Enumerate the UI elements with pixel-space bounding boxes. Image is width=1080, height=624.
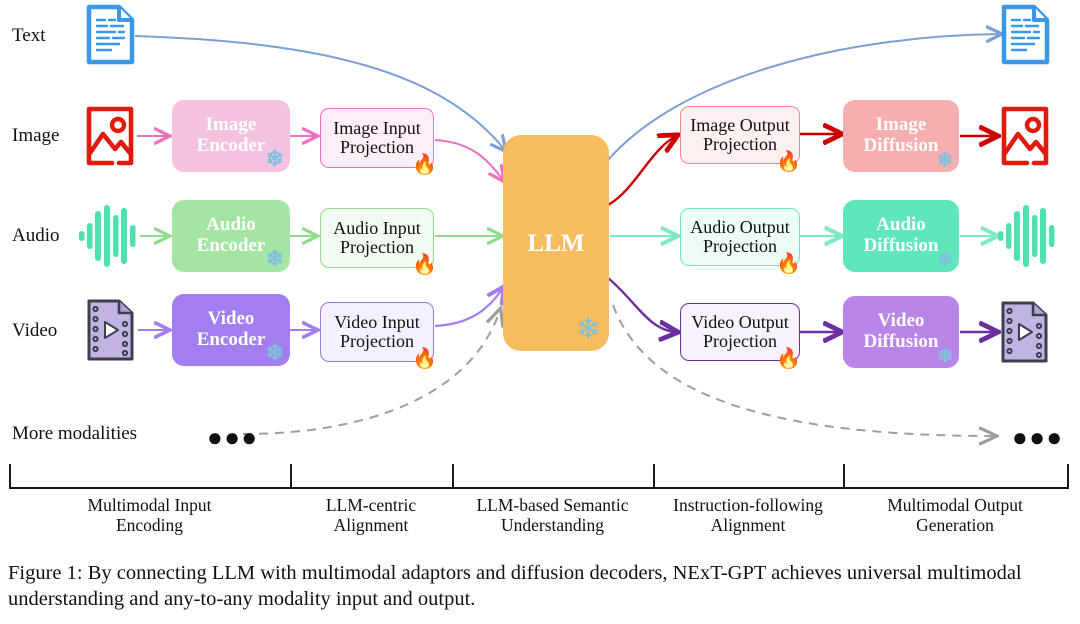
audio-encoder-label: Audio Encoder	[196, 214, 266, 256]
modality-label-more: More modalities	[12, 423, 138, 444]
video-input-projection-box[interactable]: Video Input Projection 🔥	[320, 302, 437, 369]
audio-encoder-box[interactable]: Audio Encoder ❄	[172, 200, 290, 272]
audio-output-projection-box[interactable]: Audio Output Projection 🔥	[680, 208, 801, 274]
stage-tick-4	[843, 464, 846, 488]
llm-label: LLM	[527, 229, 585, 257]
image-diffusion-label: Image Diffusion	[863, 114, 939, 156]
stage-label-multimodal-input-encoding: Multimodal Input Encoding	[87, 495, 212, 535]
more-modalities-output-ellipsis: ●●●	[1012, 422, 1064, 452]
figure-caption: Figure 1: By connecting LLM with multimo…	[8, 562, 1022, 611]
stage-tick-1	[290, 464, 293, 488]
text-document-icon	[85, 4, 137, 71]
flow-video-projection-to-llm	[434, 288, 503, 328]
image-diffusion-box[interactable]: Image Diffusion ❄	[843, 100, 959, 172]
video-film-icon	[86, 298, 136, 367]
modality-label-video: Video	[12, 320, 58, 341]
stage-tick-3	[653, 464, 656, 488]
stage-label-multimodal-output-generation: Multimodal Output Generation	[887, 495, 1023, 535]
text-document-icon	[1000, 4, 1052, 71]
stage-axis-line	[9, 487, 1069, 489]
audio-output-projection-label: Audio Output Projection	[690, 216, 790, 256]
nextgpt-architecture-figure: Text Image Audio Video More modalities ●…	[0, 0, 1080, 624]
audio-input-projection-box[interactable]: Audio Input Projection 🔥	[320, 208, 437, 275]
modality-label-image: Image	[12, 125, 60, 146]
modality-label-text: Text	[12, 25, 46, 46]
stage-label-llm-based-semantic-understanding: LLM-based Semantic Understanding	[476, 495, 629, 535]
flow-llm-to-image-projection	[607, 136, 676, 207]
image-picture-icon	[1000, 101, 1050, 176]
llm-box[interactable]: LLM ❄	[503, 135, 609, 351]
video-output-projection-label: Video Output Projection	[691, 311, 789, 351]
flow-image-projection-to-llm	[434, 139, 503, 180]
audio-diffusion-label: Audio Diffusion	[863, 214, 939, 256]
stage-label-instruction-following-alignment: Instruction-following Alignment	[673, 495, 823, 535]
image-encoder-label: Image Encoder	[196, 114, 266, 156]
video-encoder-label: Video Encoder	[196, 308, 266, 350]
video-encoder-box[interactable]: Video Encoder ❄	[172, 294, 290, 366]
video-diffusion-label: Video Diffusion	[863, 310, 939, 352]
modality-label-audio: Audio	[12, 225, 60, 246]
stage-tick-0	[9, 464, 12, 488]
flow-llm-to-video-projection	[607, 277, 676, 332]
image-encoder-box[interactable]: Image Encoder ❄	[172, 100, 290, 172]
audio-input-projection-label: Audio Input Projection	[333, 217, 421, 257]
image-input-projection-box[interactable]: Image Input Projection 🔥	[320, 108, 437, 175]
stage-tick-5	[1067, 464, 1070, 488]
video-output-projection-box[interactable]: Video Output Projection 🔥	[680, 303, 801, 369]
audio-diffusion-box[interactable]: Audio Diffusion ❄	[843, 200, 959, 272]
image-output-projection-label: Image Output Projection	[690, 114, 790, 154]
image-picture-icon	[85, 101, 135, 176]
video-film-icon	[1000, 300, 1050, 369]
image-input-projection-label: Image Input Projection	[333, 117, 421, 157]
stage-label-llm-centric-alignment: LLM-centric Alignment	[325, 495, 417, 535]
audio-waveform-icon	[78, 203, 138, 274]
video-input-projection-label: Video Input Projection	[334, 311, 420, 351]
snowflake-icon: ❄	[575, 313, 601, 346]
image-output-projection-box[interactable]: Image Output Projection 🔥	[680, 106, 801, 172]
video-diffusion-box[interactable]: Video Diffusion ❄	[843, 296, 959, 368]
audio-waveform-icon	[997, 203, 1057, 274]
more-modalities-input-ellipsis: ●●●	[207, 422, 259, 452]
stage-tick-2	[452, 464, 455, 488]
